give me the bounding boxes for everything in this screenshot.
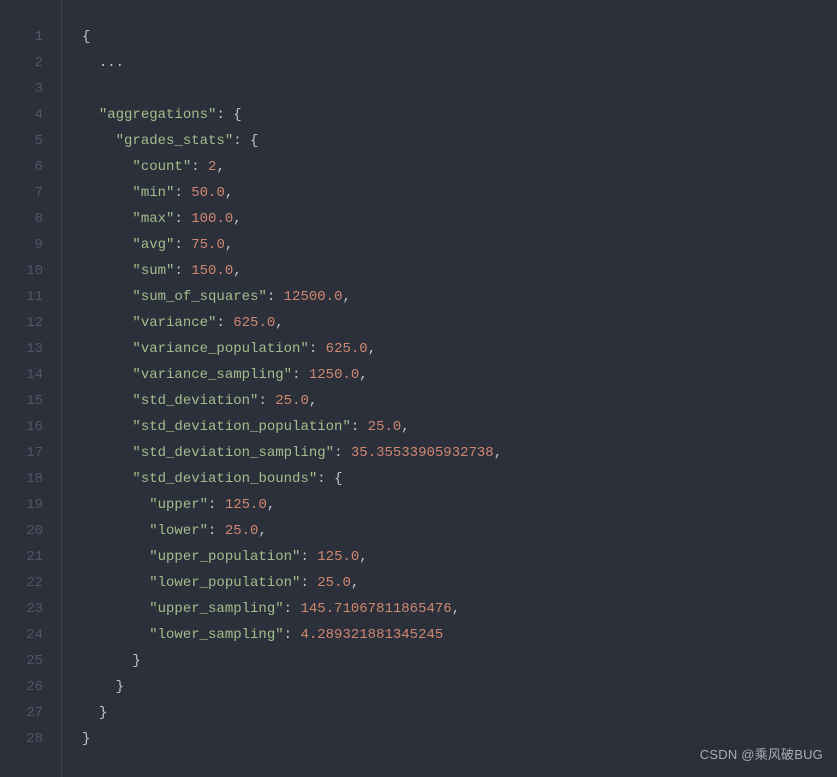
code-line: "grades_stats": { [82, 128, 837, 154]
line-number: 25 [0, 648, 43, 674]
code-line: "std_deviation": 25.0, [82, 388, 837, 414]
line-number: 9 [0, 232, 43, 258]
line-number: 2 [0, 50, 43, 76]
line-number: 18 [0, 466, 43, 492]
code-line: "min": 50.0, [82, 180, 837, 206]
code-area[interactable]: { ... "aggregations": { "grades_stats": … [62, 0, 837, 777]
watermark: CSDN @乘风破BUG [700, 743, 823, 767]
line-number: 26 [0, 674, 43, 700]
code-editor: 1 2 3 4 5 6 7 8 9 10 11 12 13 14 15 16 1… [0, 0, 837, 777]
line-number: 4 [0, 102, 43, 128]
code-line: "lower": 25.0, [82, 518, 837, 544]
code-line: "count": 2, [82, 154, 837, 180]
line-number: 7 [0, 180, 43, 206]
line-number: 3 [0, 76, 43, 102]
code-line: ... [82, 50, 837, 76]
code-line: } [82, 648, 837, 674]
line-number: 24 [0, 622, 43, 648]
line-number: 11 [0, 284, 43, 310]
code-line: "variance": 625.0, [82, 310, 837, 336]
line-number: 8 [0, 206, 43, 232]
line-number: 5 [0, 128, 43, 154]
line-number: 22 [0, 570, 43, 596]
code-line: "upper": 125.0, [82, 492, 837, 518]
line-number: 16 [0, 414, 43, 440]
code-line: { [82, 24, 837, 50]
code-line: "sum": 150.0, [82, 258, 837, 284]
line-number: 19 [0, 492, 43, 518]
line-number: 14 [0, 362, 43, 388]
code-line: "variance_sampling": 1250.0, [82, 362, 837, 388]
code-line: } [82, 700, 837, 726]
code-line: "max": 100.0, [82, 206, 837, 232]
code-line: "upper_population": 125.0, [82, 544, 837, 570]
line-number: 1 [0, 24, 43, 50]
line-number: 12 [0, 310, 43, 336]
code-line: } [82, 674, 837, 700]
line-number: 23 [0, 596, 43, 622]
code-line: "std_deviation_bounds": { [82, 466, 837, 492]
line-number: 27 [0, 700, 43, 726]
line-number: 20 [0, 518, 43, 544]
line-number: 10 [0, 258, 43, 284]
code-line [82, 76, 837, 102]
code-line: "variance_population": 625.0, [82, 336, 837, 362]
line-number: 6 [0, 154, 43, 180]
code-line: "lower_sampling": 4.289321881345245 [82, 622, 837, 648]
code-line: "aggregations": { [82, 102, 837, 128]
code-line: "avg": 75.0, [82, 232, 837, 258]
line-number: 17 [0, 440, 43, 466]
line-number: 15 [0, 388, 43, 414]
line-number: 21 [0, 544, 43, 570]
code-line: "upper_sampling": 145.71067811865476, [82, 596, 837, 622]
code-line: "sum_of_squares": 12500.0, [82, 284, 837, 310]
code-line: "lower_population": 25.0, [82, 570, 837, 596]
code-line: "std_deviation_population": 25.0, [82, 414, 837, 440]
line-number-gutter: 1 2 3 4 5 6 7 8 9 10 11 12 13 14 15 16 1… [0, 0, 62, 777]
line-number: 28 [0, 726, 43, 752]
line-number: 13 [0, 336, 43, 362]
code-line: "std_deviation_sampling": 35.35533905932… [82, 440, 837, 466]
